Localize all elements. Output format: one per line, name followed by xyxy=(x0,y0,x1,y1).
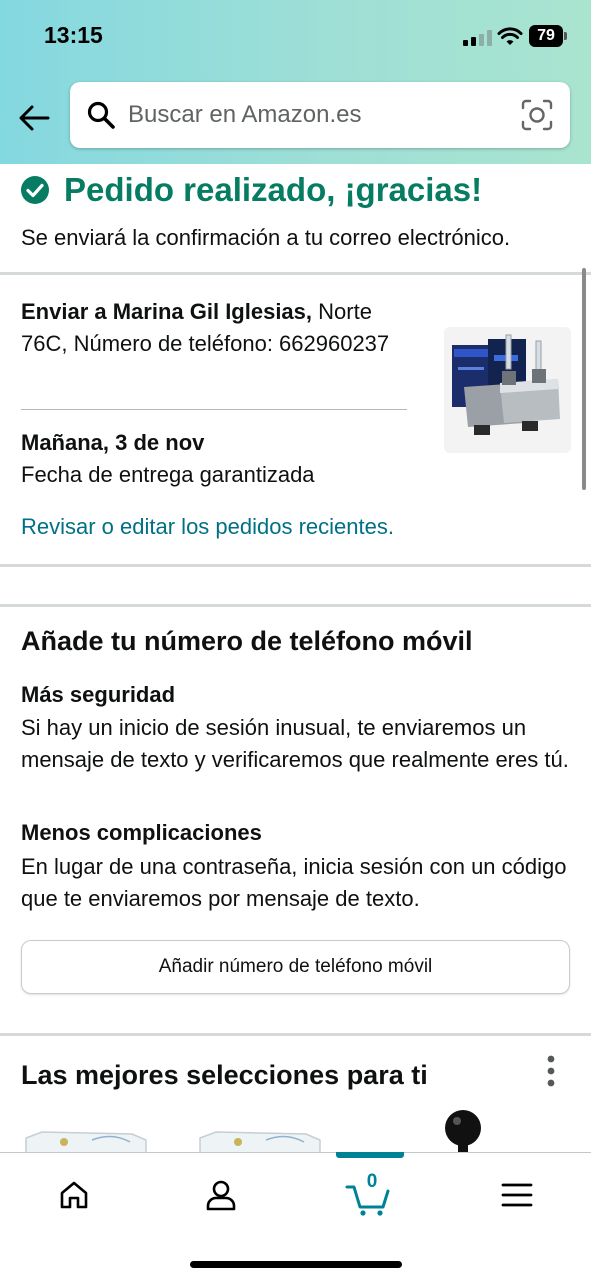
order-confirmation-heading: Pedido realizado, ¡gracias! xyxy=(20,168,482,212)
battery-nub xyxy=(564,32,567,40)
recommendation-product-image[interactable] xyxy=(196,1128,324,1154)
confirmation-subtitle: Se enviará la confirmación a tu correo e… xyxy=(21,225,511,250)
menu-icon xyxy=(501,1183,533,1207)
review-orders-link[interactable]: Revisar o editar los pedidos recientes. xyxy=(21,514,394,540)
nav-account[interactable] xyxy=(191,1173,251,1217)
search-input[interactable] xyxy=(128,96,508,134)
search-icon xyxy=(87,101,115,129)
shipment-separator xyxy=(21,409,407,410)
benefit-convenience-body: En lugar de una contraseña, inicia sesió… xyxy=(21,854,567,911)
nav-cart[interactable]: 0 xyxy=(340,1171,396,1217)
recommendation-product-image[interactable] xyxy=(22,1128,150,1154)
cart-count: 0 xyxy=(366,1171,378,1192)
shipping-address: Enviar a Marina Gil Iglesias, Norte 76C,… xyxy=(21,296,411,360)
product-thumbnail[interactable] xyxy=(444,327,571,453)
cellular-signal-icon xyxy=(463,30,493,46)
search-bar[interactable] xyxy=(70,82,570,148)
delivery-guarantee: Fecha de entrega garantizada xyxy=(21,462,315,487)
section-divider xyxy=(0,564,591,567)
recommendations-title: Las mejores selecciones para ti xyxy=(21,1060,428,1090)
section-divider xyxy=(0,604,591,607)
confirmation-title: Pedido realizado, ¡gracias! xyxy=(64,171,483,208)
home-icon xyxy=(60,1181,88,1209)
benefit-security-body: Si hay un inicio de sesión inusual, te e… xyxy=(21,715,569,772)
nav-menu[interactable] xyxy=(487,1173,547,1217)
bottom-navigation: 0 xyxy=(0,1152,591,1281)
ship-to-label: Enviar a Marina Gil Iglesias, xyxy=(21,299,313,324)
benefit-security-title: Más seguridad xyxy=(21,682,176,707)
benefit-convenience-title: Menos complicaciones xyxy=(21,820,262,845)
xenon-bulb-product-image xyxy=(444,327,571,453)
delivery-date: Mañana, 3 de nov xyxy=(21,430,205,455)
section-divider xyxy=(0,1033,591,1036)
camera-scan-icon[interactable] xyxy=(520,98,554,132)
recommendation-product-image[interactable] xyxy=(440,1108,486,1154)
nav-home[interactable] xyxy=(44,1173,104,1217)
section-divider xyxy=(0,272,591,275)
scrollbar[interactable] xyxy=(582,268,586,490)
add-phone-title: Añade tu número de teléfono móvil xyxy=(21,626,473,656)
more-options-icon[interactable] xyxy=(538,1054,564,1090)
back-arrow-icon[interactable] xyxy=(16,100,52,136)
status-time: 13:15 xyxy=(44,22,103,48)
active-tab-indicator xyxy=(336,1152,404,1158)
battery-indicator: 79 xyxy=(529,25,563,47)
wifi-icon xyxy=(497,27,523,45)
account-icon xyxy=(206,1180,236,1211)
header: 13:15 79 xyxy=(0,0,591,164)
check-circle-icon xyxy=(21,176,49,204)
home-indicator xyxy=(190,1261,402,1268)
add-phone-button[interactable]: Añadir número de teléfono móvil xyxy=(21,940,570,994)
